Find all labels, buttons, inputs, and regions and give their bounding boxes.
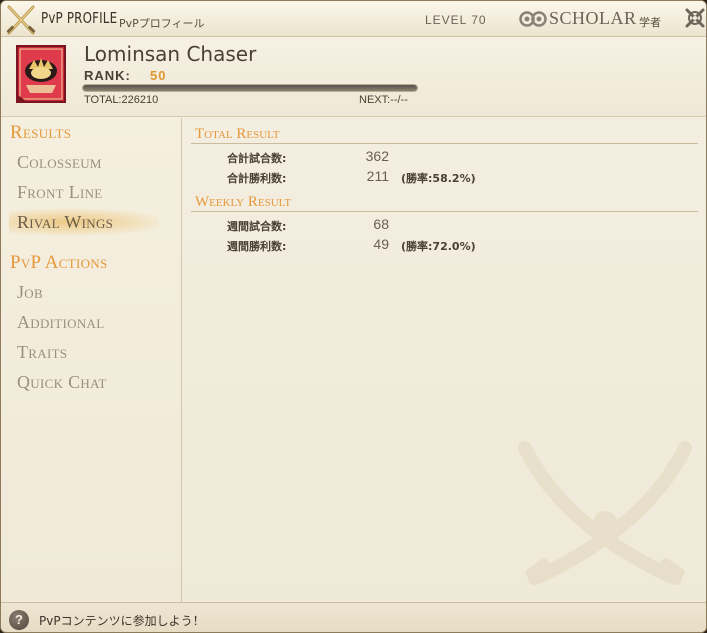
total-matches-value: 362: [365, 148, 389, 164]
footer-bar: ? PvPコンテンツに参加しよう！: [1, 602, 706, 632]
pvp-actions-section-title: PvP Actions: [10, 252, 108, 273]
title-bar[interactable]: PvP PROFILE PvPプロフィール LEVEL 70 SCHOLAR 学…: [1, 1, 706, 37]
job-name-ja: 学者: [639, 16, 661, 29]
level-label: LEVEL 70: [425, 13, 487, 27]
weekly-wins-value: 49: [373, 236, 389, 252]
close-icon[interactable]: [684, 7, 706, 29]
results-panel: Total Result 合計試合数: 362 合計勝利数: 211 (勝率:5…: [183, 118, 706, 602]
job-name: SCHOLAR: [549, 8, 637, 28]
experience-bar: [82, 84, 418, 92]
crossed-swords-icon: [6, 5, 36, 35]
sidebar-item-rival-wings[interactable]: Rival Wings: [9, 209, 159, 235]
rank-label: RANK:: [84, 68, 131, 83]
weekly-matches-label: 週間試合数:: [227, 220, 287, 233]
sidebar-item-front-line[interactable]: Front Line: [17, 179, 167, 205]
sidebar-item-colosseum[interactable]: Colosseum: [17, 149, 167, 175]
footer-message: PvPコンテンツに参加しよう！: [39, 614, 205, 628]
window-title: PvP PROFILE: [41, 9, 118, 27]
sidebar-item-traits[interactable]: Traits: [17, 339, 167, 365]
scholar-icon: [519, 11, 547, 27]
sidebar: Results Colosseum Front Line Rival Wings…: [1, 118, 182, 602]
sidebar-item-quick-chat[interactable]: Quick Chat: [17, 369, 167, 395]
player-name: Lominsan Chaser: [84, 42, 257, 66]
weekly-result-heading: Weekly Result: [195, 194, 292, 210]
pvp-profile-window: PvP PROFILE PvPプロフィール LEVEL 70 SCHOLAR 学…: [0, 0, 707, 633]
total-result-divider: [191, 143, 698, 144]
total-wins-value: 211: [366, 168, 389, 184]
next-experience: NEXT:--/--: [359, 94, 408, 106]
total-wins-label: 合計勝利数:: [227, 172, 287, 185]
rank-value: 50: [150, 68, 167, 83]
window-subtitle: PvPプロフィール: [119, 17, 205, 30]
profile-header: Lominsan Chaser RANK: 50 TOTAL:226210 NE…: [1, 37, 706, 117]
sidebar-item-additional[interactable]: Additional: [17, 309, 167, 335]
help-icon[interactable]: ?: [9, 610, 29, 630]
weekly-matches-value: 68: [373, 216, 389, 232]
crossed-scimitars-icon: [518, 441, 692, 585]
total-matches-label: 合計試合数:: [227, 152, 287, 165]
weekly-win-rate: (勝率:72.0%): [401, 240, 476, 253]
weekly-result-divider: [191, 211, 698, 212]
weekly-wins-label: 週間勝利数:: [227, 240, 287, 253]
grand-company-emblem-icon: [16, 45, 66, 103]
total-experience: TOTAL:226210: [84, 94, 159, 106]
results-section-title: Results: [10, 122, 72, 143]
total-win-rate: (勝率:58.2%): [401, 172, 476, 185]
sidebar-item-job[interactable]: Job: [17, 279, 167, 305]
total-result-heading: Total Result: [195, 126, 280, 142]
